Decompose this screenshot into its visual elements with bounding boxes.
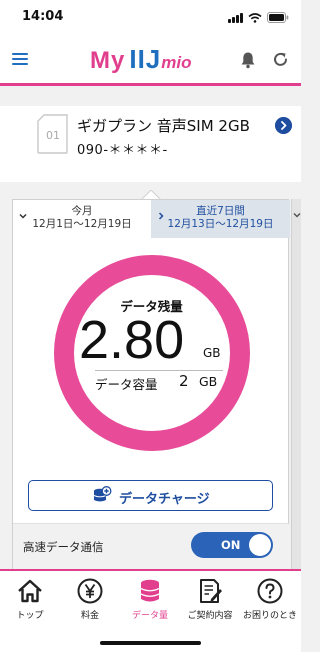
status-bar: 14:04: [0, 0, 301, 34]
bottom-tab-bar: トップ 料金 データ量 ご契約内容 お困りのとき: [0, 569, 301, 652]
sim-plan-name: ギガプラン 音声SIM 2GB: [77, 117, 250, 135]
data-capacity-unit: GB: [199, 374, 218, 389]
tab-last-7-days[interactable]: 直近7日間 12月13日〜12月19日: [151, 200, 290, 238]
nav-item-fees[interactable]: 料金: [60, 577, 120, 627]
sim-card-icon: 01: [37, 114, 68, 154]
nav-item-label: 料金: [80, 611, 99, 621]
app-header: My IIJmio: [0, 34, 301, 86]
home-indicator: [100, 641, 201, 645]
sim-slot-number: 01: [46, 129, 60, 142]
help-icon: [257, 578, 283, 604]
menu-icon[interactable]: [12, 53, 28, 65]
database-icon: [140, 579, 160, 602]
contract-icon: [200, 579, 222, 603]
data-usage-panel: 今月 12月1日〜12月19日 直近7日間 12月13日〜12月19日 データ残…: [12, 199, 290, 570]
tab-last-7-days-range: 12月13日〜12月19日: [167, 218, 274, 230]
divider: [95, 370, 223, 371]
tab-this-month-range: 12月1日〜12月19日: [32, 218, 132, 230]
status-icons: [228, 12, 289, 23]
high-speed-label: 高速データ通信: [23, 540, 104, 554]
refresh-icon[interactable]: [272, 51, 289, 68]
nav-item-top[interactable]: トップ: [0, 577, 60, 627]
data-charge-button[interactable]: データチャージ: [28, 480, 273, 511]
data-capacity-value: 2: [179, 372, 189, 390]
bell-icon[interactable]: [240, 51, 256, 69]
data-charge-label: データチャージ: [119, 492, 210, 507]
tab-last-7-days-title: 直近7日間: [196, 205, 245, 217]
yen-icon: [77, 578, 103, 604]
app-logo: My IIJmio: [90, 44, 192, 74]
chevron-down-icon: [293, 212, 301, 218]
status-time: 14:04: [22, 9, 64, 24]
tab-this-month[interactable]: 今月 12月1日〜12月19日: [13, 200, 151, 238]
high-speed-toggle[interactable]: ON: [191, 532, 273, 558]
nav-item-label: トップ: [16, 611, 44, 621]
data-capacity-label: データ容量: [95, 377, 158, 392]
nav-item-contract[interactable]: ご契約内容: [180, 577, 240, 627]
toggle-knob: [249, 534, 271, 556]
nav-item-label: データ量: [131, 611, 168, 621]
data-remaining-unit: GB: [203, 346, 221, 360]
battery-icon: [267, 12, 289, 23]
home-icon: [18, 579, 42, 603]
nav-item-label: ご契約内容: [187, 611, 233, 621]
wifi-icon: [248, 12, 262, 23]
sim-card[interactable]: 01 ギガプラン 音声SIM 2GB 090-＊＊＊＊-: [0, 106, 301, 182]
high-speed-row: 高速データ通信 ON: [13, 523, 290, 570]
next-panel-edge[interactable]: [291, 199, 301, 569]
sim-detail-chevron-icon[interactable]: [275, 117, 292, 134]
high-speed-toggle-label: ON: [221, 538, 241, 552]
data-remaining-value: 2.80: [79, 310, 185, 370]
nav-item-help[interactable]: お困りのとき: [240, 577, 300, 627]
nav-item-data-usage[interactable]: データ量: [120, 577, 180, 627]
sim-phone-number: 090-＊＊＊＊-: [77, 143, 168, 158]
cellular-signal-icon: [228, 12, 243, 23]
nav-item-label: お困りのとき: [242, 611, 297, 621]
tab-this-month-title: 今月: [71, 205, 93, 217]
data-charge-icon: [93, 486, 112, 502]
